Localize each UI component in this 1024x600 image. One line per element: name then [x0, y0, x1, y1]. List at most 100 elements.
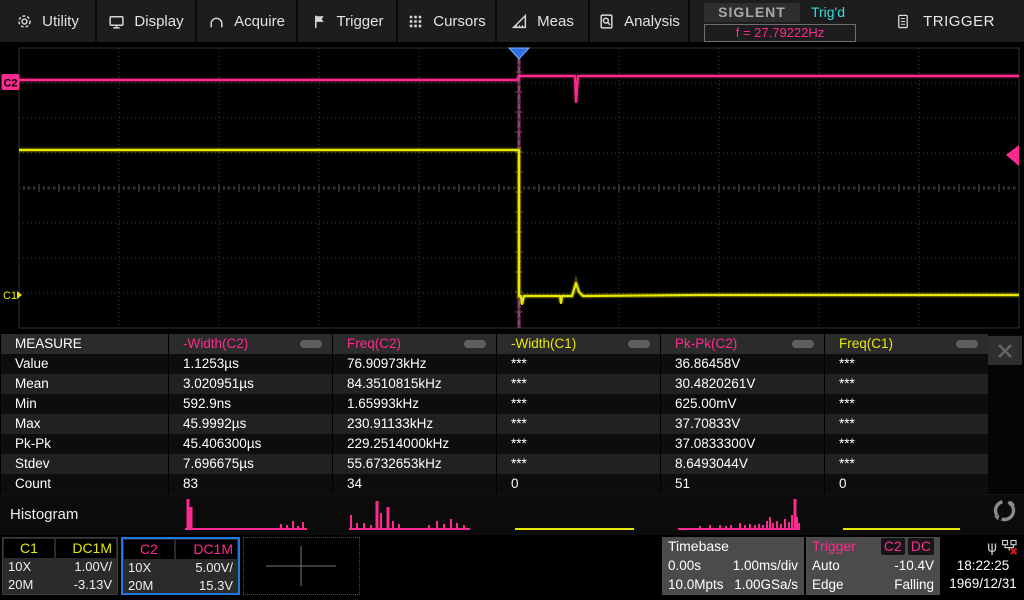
menu-meas[interactable]: Meas: [497, 0, 590, 42]
svg-text:C2: C2: [3, 78, 17, 90]
menu-analysis-label: Analysis: [624, 13, 680, 30]
measure-value-cell: ***: [824, 454, 988, 474]
channel2-coupling: DC1M: [176, 540, 237, 559]
measure-column-header[interactable]: -Width(C2): [168, 334, 332, 354]
channel1-offset: -3.13V: [74, 576, 112, 594]
remove-measurement-button[interactable]: [792, 340, 814, 348]
trigger-level-marker[interactable]: [1006, 145, 1019, 166]
measure-row-label: Max: [0, 414, 168, 434]
menu-trigger[interactable]: Trigger: [298, 0, 398, 42]
measure-value-cell: 76.90973kHz: [332, 354, 496, 374]
trigger-type: Edge: [812, 575, 844, 594]
channel2-descriptor-box[interactable]: C2 DC1M 10X 5.00V/ 20M 15.3V: [121, 537, 240, 595]
menu-utility-label: Utility: [42, 13, 79, 30]
menu-acquire-label: Acquire: [234, 13, 285, 30]
histogram-strip: Histogram: [0, 494, 1024, 535]
clock-date: 1969/12/31: [942, 575, 1024, 593]
measure-value-cell: ***: [496, 414, 660, 434]
measure-value-cell: 7.696675µs: [168, 454, 332, 474]
cursors-icon: [407, 13, 424, 30]
usb-icon: ψ: [987, 538, 997, 556]
measure-value-cell: ***: [824, 414, 988, 434]
remove-measurement-button[interactable]: [464, 340, 486, 348]
remove-measurement-button[interactable]: [956, 340, 978, 348]
menu-cursors-label: Cursors: [433, 13, 486, 30]
measure-value-cell: 3.020951µs: [168, 374, 332, 394]
measure-row-label: Stdev: [0, 454, 168, 474]
measure-value-cell: ***: [824, 394, 988, 414]
measure-row-label: Count: [0, 474, 168, 494]
analysis-icon: [598, 13, 615, 30]
close-measure-button[interactable]: [988, 336, 1022, 365]
measure-column-header[interactable]: Freq(C2): [332, 334, 496, 354]
menu-display-label: Display: [134, 13, 183, 30]
list-icon: [895, 12, 910, 30]
trigger-position-marker[interactable]: [509, 48, 529, 59]
menu-trigger-panel-label: TRIGGER: [923, 13, 995, 30]
measure-value-cell: 1.1253µs: [168, 354, 332, 374]
timebase-delay: 0.00s: [668, 556, 701, 575]
channel1-badge: C1: [4, 539, 54, 558]
trigger-title: Trigger: [812, 537, 856, 556]
channel2-bandwidth: 20M: [128, 577, 153, 595]
channel1-descriptor-box[interactable]: C1 DC1M 10X 1.00V/ 20M -3.13V: [2, 537, 118, 595]
menu-utility[interactable]: Utility: [0, 0, 97, 42]
timebase-scale: 1.00ms/div: [733, 556, 798, 575]
timebase-title: Timebase: [668, 537, 729, 556]
timebase-samplerate: 1.00GSa/s: [734, 575, 798, 594]
menu-trigger-panel[interactable]: TRIGGER: [866, 0, 1024, 42]
trigger-coupling-badge: DC: [908, 538, 934, 555]
measure-value-cell: 230.91133kHz: [332, 414, 496, 434]
waveform-plot: C2 C1: [0, 44, 1024, 334]
trigger-box[interactable]: Trigger C2 DC Auto -10.4V Edge Falling: [806, 537, 940, 595]
menu-cursors[interactable]: Cursors: [398, 0, 497, 42]
measure-value-cell: 229.2514000kHz: [332, 434, 496, 454]
measure-column-label: Freq(C2): [347, 334, 401, 354]
menu-acquire[interactable]: Acquire: [197, 0, 298, 42]
menu-display[interactable]: Display: [97, 0, 197, 42]
measure-value-cell: ***: [496, 434, 660, 454]
measure-column-label: -Width(C2): [183, 334, 248, 354]
add-channel-box[interactable]: [243, 537, 360, 595]
remove-measurement-button[interactable]: [300, 340, 322, 348]
measure-value-cell: 83: [168, 474, 332, 494]
trigger-source-badge: C2: [881, 538, 905, 555]
measure-value-cell: 1.65993kHz: [332, 394, 496, 414]
measure-column-label: Pk-Pk(C2): [675, 334, 737, 354]
measure-value-cell: 55.6732653kHz: [332, 454, 496, 474]
channel2-badge: C2: [124, 540, 174, 559]
measure-value-cell: ***: [496, 394, 660, 414]
svg-text:C1: C1: [3, 290, 17, 302]
measure-value-cell: 84.3510815kHz: [332, 374, 496, 394]
measure-column-header[interactable]: Freq(C1): [824, 334, 988, 354]
measure-row-label: Mean: [0, 374, 168, 394]
histogram-label: Histogram: [10, 506, 78, 523]
measure-value-cell: 36.86458V: [660, 354, 824, 374]
measure-value-cell: 37.0833300V: [660, 434, 824, 454]
measure-value-cell: 45.406300µs: [168, 434, 332, 454]
channel1-scale: 1.00V/: [74, 558, 112, 576]
measure-value-cell: ***: [824, 374, 988, 394]
measure-row-label: Min: [0, 394, 168, 414]
measure-value-cell: 30.4820261V: [660, 374, 824, 394]
flag-icon: [311, 13, 328, 30]
timebase-box[interactable]: Timebase 0.00s 1.00ms/div 10.0Mpts 1.00G…: [662, 537, 804, 595]
reset-statistics-button[interactable]: [991, 497, 1018, 529]
measure-value-cell: 0: [824, 474, 988, 494]
siglent-logo: SIGLENT: [704, 3, 800, 22]
plus-icon: [244, 538, 359, 594]
channel1-attenuation: 10X: [8, 558, 31, 576]
histogram-cell: [349, 501, 470, 529]
measure-table-title: MEASURE: [0, 334, 168, 354]
histogram-cell: [678, 499, 800, 529]
measure-column-header[interactable]: -Width(C1): [496, 334, 660, 354]
lan-disconnected-icon: [1001, 539, 1018, 556]
measure-column-header[interactable]: Pk-Pk(C2): [660, 334, 824, 354]
refresh-icon: [991, 497, 1018, 524]
waveform-display-area[interactable]: C2 C1: [0, 44, 1024, 334]
c2-offset-marker[interactable]: C2: [2, 74, 20, 90]
measure-value-cell: 592.9ns: [168, 394, 332, 414]
menu-analysis[interactable]: Analysis: [590, 0, 690, 42]
remove-measurement-button[interactable]: [628, 340, 650, 348]
measure-value-cell: ***: [824, 434, 988, 454]
